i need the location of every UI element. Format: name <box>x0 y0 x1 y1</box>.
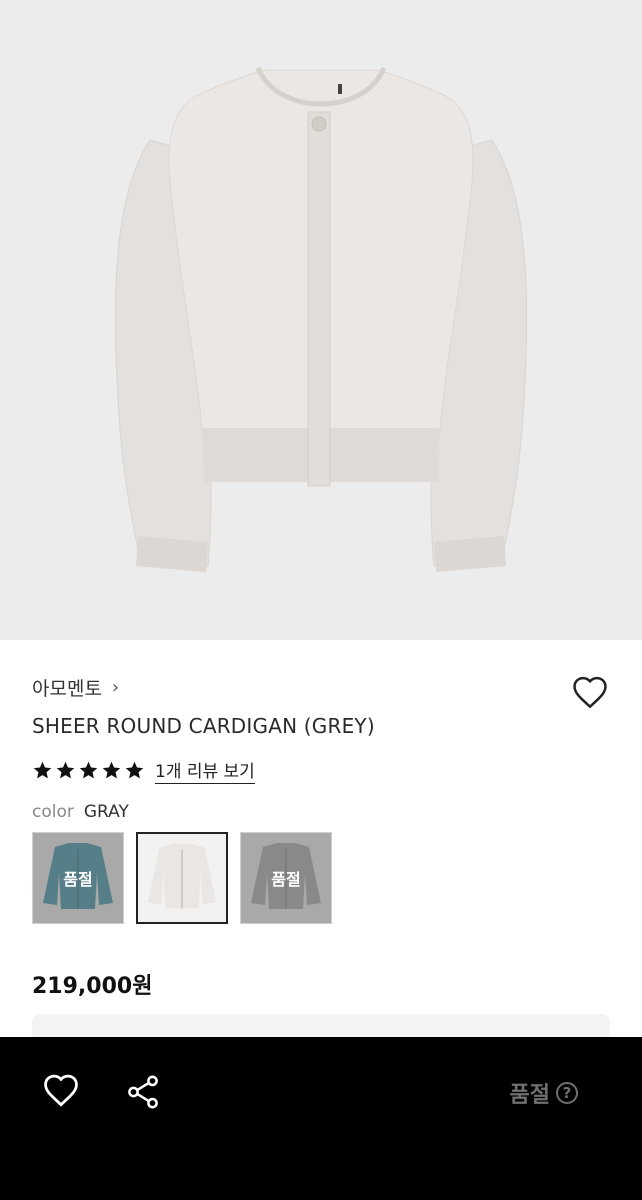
color-swatches: 품절 품절 <box>32 832 332 924</box>
color-swatch[interactable]: 품절 <box>240 832 332 924</box>
review-link[interactable]: 1개 리뷰 보기 <box>155 757 255 784</box>
heart-icon <box>44 1074 78 1107</box>
rating-row: 1개 리뷰 보기 <box>32 757 255 784</box>
bottom-action-bar: 품절 ? <box>0 1037 642 1200</box>
chevron-right-icon: › <box>111 676 120 698</box>
product-detail-page: 아모멘토 › SHEER ROUND CARDIGAN (GREY) 1개 리뷰… <box>0 0 642 1200</box>
soldout-status: 품절 ? <box>510 1077 578 1109</box>
cardigan-thumbnail <box>147 843 217 909</box>
wishlist-heart-button[interactable] <box>570 672 610 712</box>
brand-link[interactable]: 아모멘토 › <box>32 674 119 700</box>
product-title: SHEER ROUND CARDIGAN (GREY) <box>32 714 375 738</box>
product-image[interactable] <box>0 0 642 640</box>
color-swatch[interactable]: 품절 <box>32 832 124 924</box>
share-button[interactable] <box>124 1073 162 1111</box>
color-selector-label: color GRAY <box>32 802 129 822</box>
color-swatch[interactable] <box>136 832 228 924</box>
heart-icon <box>573 676 607 709</box>
soldout-overlay: 품절 <box>241 833 331 923</box>
star-icon <box>33 761 52 778</box>
brand-name[interactable]: 아모멘토 <box>32 674 102 701</box>
soldout-label: 품절 <box>509 1083 550 1108</box>
star-icon <box>125 761 144 778</box>
wishlist-button[interactable] <box>42 1073 80 1111</box>
star-icon <box>102 761 121 778</box>
soldout-overlay: 품절 <box>33 833 123 923</box>
color-label: color <box>32 802 74 822</box>
star-icon <box>79 761 98 778</box>
star-icon <box>56 761 75 778</box>
color-value: GRAY <box>83 802 129 822</box>
product-price: 219,000원 <box>32 974 153 999</box>
star-rating <box>32 760 145 781</box>
share-icon <box>128 1075 158 1109</box>
cardigan-illustration <box>114 66 528 572</box>
help-icon[interactable]: ? <box>556 1082 578 1104</box>
